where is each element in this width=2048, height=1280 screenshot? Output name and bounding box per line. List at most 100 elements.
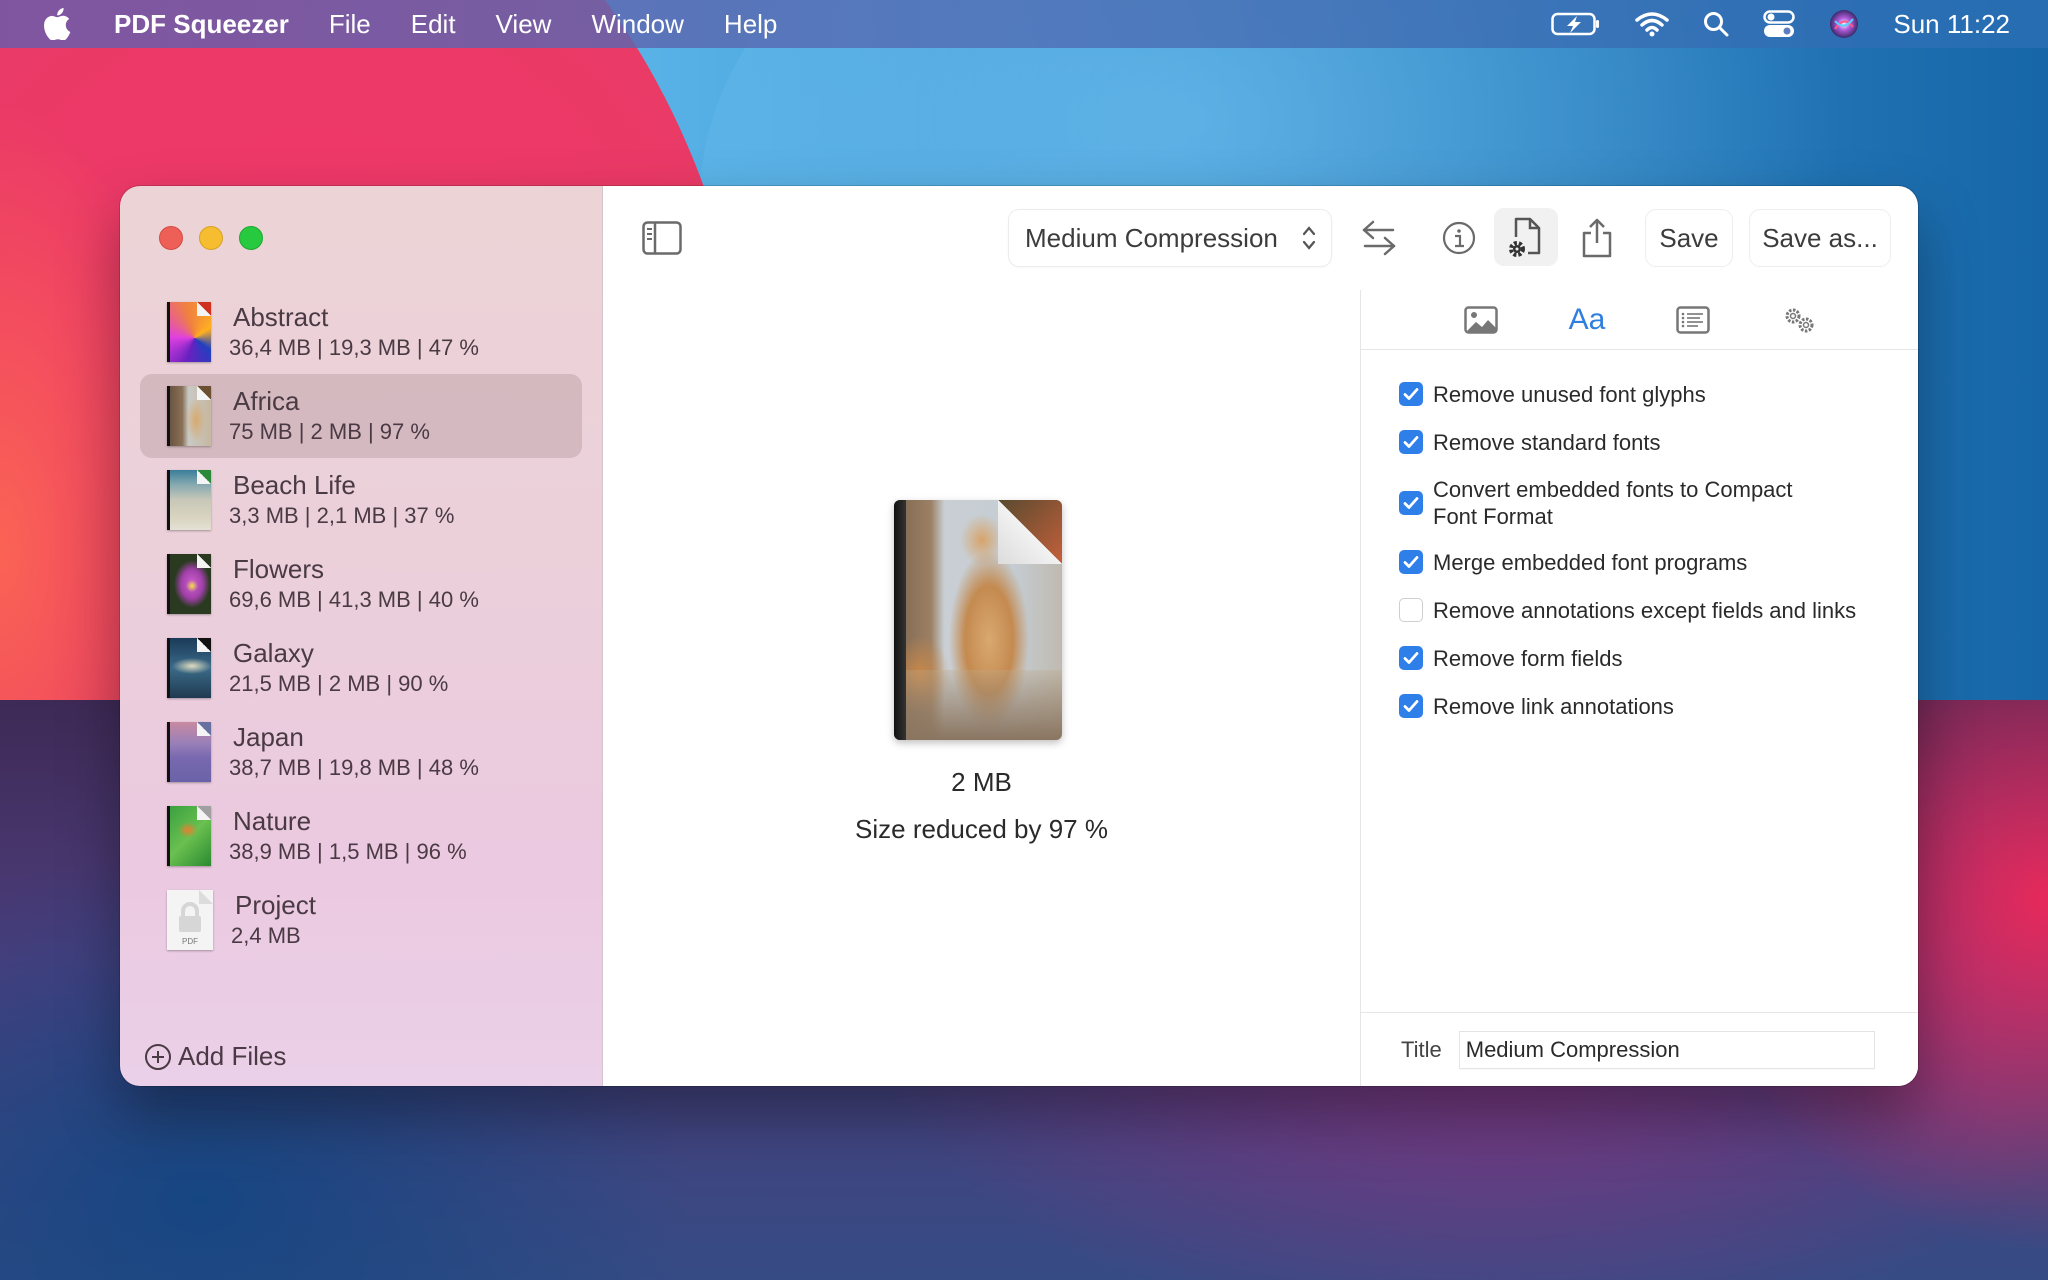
checkbox-unchecked[interactable] (1399, 598, 1423, 622)
file-size-info: 36,4 MB | 19,3 MB | 47 % (229, 335, 479, 360)
file-thumbnail (167, 386, 211, 446)
option-label: Remove link annotations (1433, 693, 1674, 719)
file-name: Africa (233, 386, 300, 416)
preset-value: Medium Compression (1025, 222, 1278, 253)
plus-circle-icon (145, 1043, 171, 1070)
menu-edit[interactable]: Edit (411, 9, 456, 40)
checkbox-checked[interactable] (1399, 550, 1423, 574)
checkbox-checked[interactable] (1399, 491, 1423, 515)
image-icon (1464, 306, 1498, 334)
menu-help[interactable]: Help (724, 9, 777, 40)
file-size-info: 21,5 MB | 2 MB | 90 % (229, 671, 449, 696)
option-row[interactable]: Remove annotations except fields and lin… (1399, 596, 1898, 624)
menu-view[interactable]: View (496, 9, 552, 40)
arrows-swap-icon (1362, 220, 1396, 256)
tab-document[interactable] (1669, 300, 1717, 340)
file-thumbnail (167, 638, 211, 698)
toolbar: Medium Compression Save Save as... (603, 186, 1918, 290)
font-options: Remove unused font glyphs Remove standard… (1399, 380, 1898, 740)
file-item-project[interactable]: PDF Project 2,4 MB (140, 878, 582, 962)
option-label: Convert embedded fonts to Compact Font F… (1433, 477, 1793, 529)
checkmark-icon (1403, 436, 1419, 448)
checkmark-icon (1403, 700, 1419, 712)
menubar-clock[interactable]: Sun 11:22 (1893, 9, 2010, 40)
menu-window[interactable]: Window (591, 9, 683, 40)
file-size-info: 75 MB | 2 MB | 97 % (229, 419, 430, 444)
file-item-africa[interactable]: Africa 75 MB | 2 MB | 97 % (140, 374, 582, 458)
sidebar: Abstract 36,4 MB | 19,3 MB | 47 % Africa… (120, 186, 603, 1086)
option-row[interactable]: Remove unused font glyphs (1399, 380, 1898, 408)
checkmark-icon (1403, 388, 1419, 400)
title-label: Title (1401, 1036, 1442, 1062)
main-content: Medium Compression Save Save as... 2 MB … (603, 186, 1918, 1086)
file-size-info: 38,7 MB | 19,8 MB | 48 % (229, 755, 479, 780)
tab-advanced[interactable] (1775, 300, 1823, 340)
checkbox-checked[interactable] (1399, 646, 1423, 670)
option-row[interactable]: Remove standard fonts (1399, 428, 1898, 456)
document-preview[interactable] (894, 500, 1062, 740)
file-name: Abstract (233, 302, 329, 332)
checkbox-checked[interactable] (1399, 430, 1423, 454)
file-thumbnail (167, 470, 211, 530)
apple-menu-icon[interactable] (42, 7, 72, 41)
file-thumbnail (167, 722, 211, 782)
file-size-info: 2,4 MB (231, 923, 301, 948)
battery-charging-icon[interactable] (1551, 12, 1601, 36)
app-menu[interactable]: PDF Squeezer (114, 9, 289, 40)
info-icon (1442, 221, 1476, 255)
option-row[interactable]: Merge embedded font programs (1399, 548, 1898, 576)
checkbox-checked[interactable] (1399, 382, 1423, 406)
compression-settings-button[interactable] (1494, 208, 1558, 266)
save-button[interactable]: Save (1646, 210, 1732, 266)
add-files-button[interactable]: Add Files (144, 1041, 286, 1072)
checkmark-icon (1403, 652, 1419, 664)
tab-images[interactable] (1457, 300, 1505, 340)
file-thumbnail (167, 302, 211, 362)
checkbox-checked[interactable] (1399, 694, 1423, 718)
close-window-button[interactable] (159, 226, 183, 250)
file-name: Nature (233, 806, 312, 836)
file-thumbnail (167, 554, 211, 614)
option-row[interactable]: Convert embedded fonts to Compact Font F… (1399, 476, 1898, 530)
minimize-window-button[interactable] (199, 226, 223, 250)
compressed-size: 2 MB (951, 767, 1012, 797)
file-item-beach-life[interactable]: Beach Life 3,3 MB | 2,1 MB | 37 % (140, 458, 582, 542)
siri-icon[interactable] (1829, 9, 1859, 39)
file-name: Flowers (233, 554, 325, 584)
file-item-galaxy[interactable]: Galaxy 21,5 MB | 2 MB | 90 % (140, 626, 582, 710)
chevron-updown-icon (1302, 226, 1316, 250)
file-item-abstract[interactable]: Abstract 36,4 MB | 19,3 MB | 47 % (140, 290, 582, 374)
share-button[interactable] (1569, 210, 1625, 266)
status-area: Sun 11:22 (1551, 0, 2010, 48)
maximize-window-button[interactable] (239, 226, 263, 250)
option-label: Merge embedded font programs (1433, 549, 1748, 575)
tab-fonts[interactable]: Aa (1563, 300, 1611, 340)
info-button[interactable] (1435, 214, 1483, 262)
file-item-japan[interactable]: Japan 38,7 MB | 19,8 MB | 48 % (140, 710, 582, 794)
locked-pdf-thumbnail: PDF (167, 890, 213, 950)
preview-image-ground (906, 670, 1062, 740)
file-name: Beach Life (233, 470, 356, 500)
preview-pane: 2 MB Size reduced by 97 % (603, 290, 1360, 1086)
preview-spine (894, 500, 906, 740)
toggle-sidebar-button[interactable] (641, 220, 683, 256)
share-icon (1582, 218, 1612, 258)
save-as-button[interactable]: Save as... (1750, 210, 1890, 266)
spotlight-search-icon[interactable] (1703, 11, 1729, 37)
file-item-nature[interactable]: Nature 38,9 MB | 1,5 MB | 96 % (140, 794, 582, 878)
compare-swap-button[interactable] (1355, 214, 1403, 262)
preset-title-input[interactable] (1459, 1031, 1874, 1068)
file-item-flowers[interactable]: Flowers 69,6 MB | 41,3 MB | 40 % (140, 542, 582, 626)
option-row[interactable]: Remove form fields (1399, 644, 1898, 672)
option-row[interactable]: Remove link annotations (1399, 692, 1898, 720)
inspector-tabs: Aa (1361, 290, 1918, 350)
file-size-info: 38,9 MB | 1,5 MB | 96 % (229, 839, 467, 864)
control-center-icon[interactable] (1763, 10, 1796, 38)
option-label: Remove form fields (1433, 645, 1623, 671)
file-size-info: 69,6 MB | 41,3 MB | 40 % (229, 587, 479, 612)
option-label: Remove standard fonts (1433, 429, 1661, 455)
menu-file[interactable]: File (329, 9, 371, 40)
size-reduction: Size reduced by 97 % (855, 814, 1108, 844)
compression-preset-select[interactable]: Medium Compression (1009, 210, 1331, 266)
wifi-icon[interactable] (1635, 11, 1670, 37)
